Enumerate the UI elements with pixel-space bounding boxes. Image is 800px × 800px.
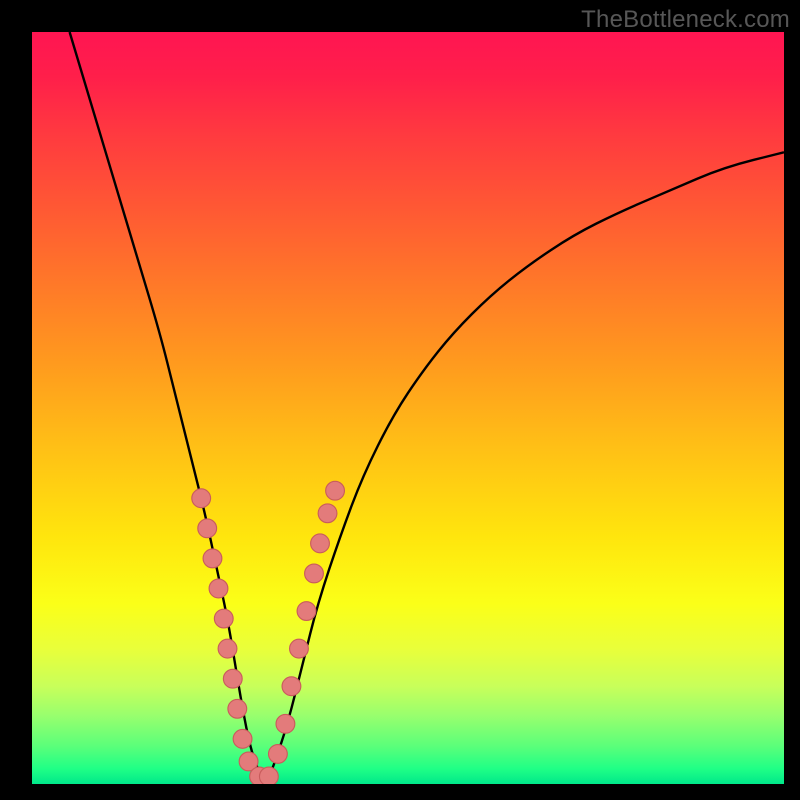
highlighted-point: [305, 564, 324, 583]
highlighted-point: [326, 481, 345, 500]
highlighted-point: [276, 714, 295, 733]
highlighted-point: [269, 745, 288, 764]
chart-svg: [32, 32, 784, 784]
highlighted-point: [318, 504, 337, 523]
highlighted-point: [311, 534, 330, 553]
chart-frame: TheBottleneck.com: [0, 0, 800, 800]
highlighted-point: [198, 519, 217, 538]
highlighted-point: [290, 639, 309, 658]
bottleneck-curve: [70, 32, 784, 780]
highlighted-point: [203, 549, 222, 568]
highlighted-point: [218, 639, 237, 658]
highlighted-point: [214, 609, 233, 628]
highlighted-point: [233, 729, 252, 748]
watermark-text: TheBottleneck.com: [581, 6, 790, 34]
plot-area: [32, 32, 784, 784]
highlighted-point: [192, 489, 211, 508]
highlighted-points-group: [192, 481, 345, 784]
highlighted-point: [282, 677, 301, 696]
highlighted-point: [259, 767, 278, 784]
highlighted-point: [209, 579, 228, 598]
highlighted-point: [297, 602, 316, 621]
highlighted-point: [223, 669, 242, 688]
highlighted-point: [228, 699, 247, 718]
